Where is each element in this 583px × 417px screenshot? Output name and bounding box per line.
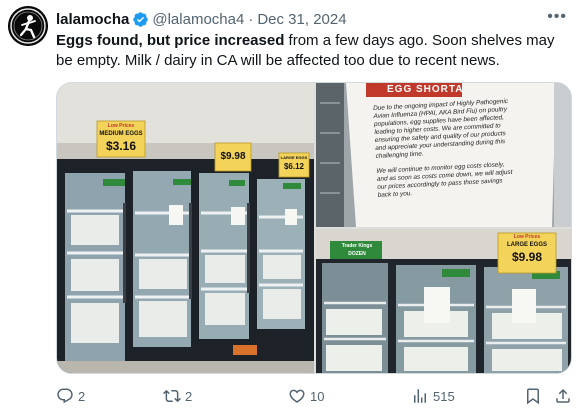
like-count: 10 bbox=[310, 388, 325, 404]
reply-count: 2 bbox=[78, 388, 86, 404]
tweet-text-bold: Eggs found, but price increased bbox=[56, 32, 285, 49]
repost-button[interactable]: 2 bbox=[163, 384, 192, 408]
media-grid: Low Prices MEDIUM EGGS $3.16 $9.98 LARGE… bbox=[56, 82, 572, 374]
notice-paragraph-1: Due to the ongoing impact of Highly Path… bbox=[373, 95, 568, 200]
share-icon bbox=[556, 388, 570, 403]
sign2-price: $9.98 bbox=[220, 151, 246, 162]
more-options-icon[interactable]: ••• bbox=[547, 8, 567, 26]
post-date[interactable]: Dec 31, 2024 bbox=[257, 11, 346, 28]
author-handle[interactable]: @lalamocha4 bbox=[152, 11, 244, 28]
sign3-price: $6.12 bbox=[283, 162, 305, 171]
avatar-image bbox=[8, 6, 48, 46]
share-button[interactable] bbox=[554, 384, 576, 408]
heart-icon bbox=[289, 389, 305, 403]
price-tag-price: $9.98 bbox=[511, 250, 543, 264]
store-sign-bottom: DOZEN bbox=[348, 251, 366, 257]
views-chart-icon bbox=[414, 389, 426, 403]
tweet-header: lalamocha @lalamocha4 · Dec 31, 2024 ••• bbox=[56, 8, 571, 29]
sign1-top-label: Low Prices bbox=[107, 123, 135, 129]
views-button[interactable]: 515 bbox=[411, 384, 455, 408]
sign1-product-label: MEDIUM EGGS bbox=[99, 131, 143, 137]
notice-heading: EGG SHORTA bbox=[387, 84, 464, 95]
avatar[interactable] bbox=[8, 6, 48, 46]
photo-freezer-aisle[interactable] bbox=[57, 83, 314, 373]
separator-dot: · bbox=[248, 10, 254, 28]
sign3-product-label: LARGE EGGS bbox=[280, 155, 308, 160]
repost-icon bbox=[163, 389, 181, 403]
like-button[interactable]: 10 bbox=[288, 384, 324, 408]
bookmark-icon bbox=[527, 388, 539, 405]
sign1-price: $3.16 bbox=[105, 139, 137, 153]
action-bar: 2 2 10 515 bbox=[56, 384, 572, 408]
price-tag-product: LARGE EGGS bbox=[506, 242, 547, 248]
store-sign-top: Trader Kings bbox=[341, 243, 373, 249]
repost-count: 2 bbox=[185, 388, 193, 404]
price-tag-top: Low Prices bbox=[513, 234, 541, 240]
tweet-text: Eggs found, but price increased from a f… bbox=[56, 31, 568, 71]
reply-icon bbox=[57, 388, 73, 404]
author-name[interactable]: lalamocha bbox=[56, 11, 129, 28]
views-count: 515 bbox=[433, 388, 455, 404]
verified-badge-icon[interactable] bbox=[132, 11, 149, 28]
bookmark-button[interactable] bbox=[524, 384, 546, 408]
reply-button[interactable]: 2 bbox=[56, 384, 85, 408]
